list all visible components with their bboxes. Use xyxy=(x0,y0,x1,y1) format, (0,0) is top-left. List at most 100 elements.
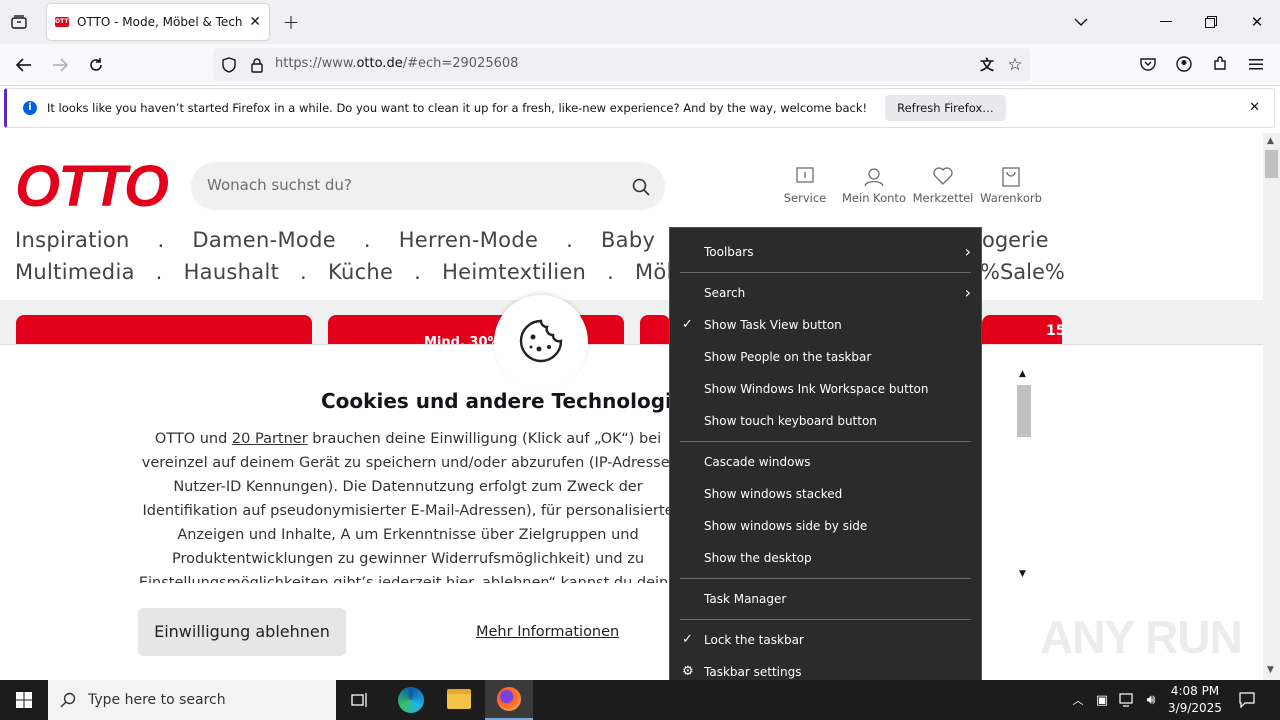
url-bar[interactable]: https://www.otto.de/#ech=29025608 文 ☆ xyxy=(213,48,1030,81)
file-explorer-icon[interactable] xyxy=(447,689,471,709)
header-account[interactable]: Mein Konto xyxy=(840,167,908,205)
back-icon[interactable] xyxy=(12,53,36,77)
tab-otto[interactable]: OTTO OTTO - Mode, Möbel & Technik ✕ xyxy=(47,4,269,40)
menu-separator xyxy=(680,578,971,579)
header-service-label: Service xyxy=(783,191,827,205)
start-windows-icon[interactable] xyxy=(0,680,48,720)
firefox-icon xyxy=(497,687,521,711)
partners-link[interactable]: 20 Partner xyxy=(232,431,308,447)
list-tabs-chevron-icon[interactable] xyxy=(1070,11,1092,33)
category-nav-row1-tail[interactable]: ogerie xyxy=(982,228,1049,252)
category-nav-row1[interactable]: Inspiration . Damen-Mode . Herren-Mode .… xyxy=(15,228,655,252)
menu-item-task-view[interactable]: ✓ Show Task View button xyxy=(670,310,981,340)
shield-icon[interactable] xyxy=(219,55,239,75)
page-scroll-thumb[interactable] xyxy=(1265,150,1278,178)
notifications-icon[interactable] xyxy=(1236,690,1258,710)
extensions-icon[interactable] xyxy=(1210,53,1230,75)
page-scrollbar[interactable]: ▲ ▼ xyxy=(1263,133,1280,680)
clock-time: 4:08 PM xyxy=(1170,684,1220,698)
edge-icon[interactable] xyxy=(398,687,424,713)
restore-icon[interactable] xyxy=(1200,11,1222,33)
account-icon xyxy=(840,167,908,191)
cookie-scrollbar[interactable]: ▲ ▼ xyxy=(1016,367,1032,583)
cookie-badge xyxy=(494,295,588,389)
pocket-icon[interactable] xyxy=(1138,53,1158,75)
submenu-arrow-icon: › xyxy=(964,242,971,261)
tab-strip: OTTO OTTO - Mode, Möbel & Technik ✕ + ✕ xyxy=(0,0,1280,44)
heart-icon xyxy=(911,167,975,191)
scroll-down-icon[interactable]: ▼ xyxy=(1019,569,1026,579)
page-scroll-down-icon[interactable]: ▼ xyxy=(1267,665,1274,675)
cart-icon xyxy=(979,167,1043,191)
category-nav-row2-tail[interactable]: %Sale% xyxy=(980,260,1065,284)
bookmark-star-icon[interactable]: ☆ xyxy=(1005,55,1025,75)
menu-item-search[interactable]: Search › xyxy=(670,278,981,308)
tab-close-icon[interactable]: ✕ xyxy=(249,14,261,30)
refresh-notification-bar: i It looks like you haven’t started Fire… xyxy=(4,88,1275,128)
taskbar-search-icon xyxy=(58,690,78,710)
menu-separator xyxy=(680,441,971,442)
menu-item-task-manager[interactable]: Task Manager xyxy=(670,584,981,614)
menu-item-side-by-side[interactable]: Show windows side by side xyxy=(670,511,981,541)
here-link[interactable]: hier xyxy=(446,575,473,583)
category-nav-row2[interactable]: Multimedia . Haushalt . Küche . Heimtext… xyxy=(15,260,700,284)
network-device-icon[interactable]: ▣ xyxy=(1094,690,1110,710)
promo-text: 15 xyxy=(1046,323,1066,339)
header-cart[interactable]: Warenkorb xyxy=(979,167,1043,205)
header-wishlist-label: Merkzettel xyxy=(912,191,974,205)
clock-date: 3/9/2025 xyxy=(1168,701,1222,715)
lock-icon[interactable] xyxy=(247,55,267,75)
info-icon: i xyxy=(23,101,37,115)
tab-overview-icon[interactable] xyxy=(8,11,30,33)
scroll-thumb[interactable] xyxy=(1017,385,1031,437)
checkmark-icon: ✓ xyxy=(682,632,693,647)
menu-item-people[interactable]: Show People on the taskbar xyxy=(670,342,981,372)
menu-item-stacked[interactable]: Show windows stacked xyxy=(670,479,981,509)
cookie-body: OTTO und 20 Partner brauchen deine Einwi… xyxy=(128,427,688,583)
network-icon[interactable] xyxy=(1118,690,1136,710)
menu-item-ink-workspace[interactable]: Show Windows Ink Workspace button xyxy=(670,374,981,404)
menu-hamburger-icon[interactable] xyxy=(1246,53,1266,75)
task-view-icon[interactable] xyxy=(348,689,372,711)
reload-icon[interactable] xyxy=(84,53,108,77)
menu-item-lock-taskbar[interactable]: ✓ Lock the taskbar xyxy=(670,625,981,655)
tab-title: OTTO - Mode, Möbel & Technik xyxy=(77,15,244,29)
url-text[interactable]: https://www.otto.de/#ech=29025608 xyxy=(275,56,518,71)
otto-favicon: OTTO xyxy=(55,17,74,27)
site-search-input[interactable]: Wonach suchst du? xyxy=(191,162,665,210)
service-icon xyxy=(780,167,830,191)
web-page: OTTO Wonach suchst du? Service Mein Kont… xyxy=(0,133,1263,680)
header-wishlist[interactable]: Merkzettel xyxy=(911,167,975,205)
new-tab-icon[interactable]: + xyxy=(280,10,302,34)
firefox-taskbar-button[interactable] xyxy=(485,680,533,720)
close-window-icon[interactable]: ✕ xyxy=(1246,11,1268,33)
taskbar-search-placeholder: Type here to search xyxy=(88,692,226,708)
more-info-link[interactable]: Mehr Informationen xyxy=(476,624,619,640)
menu-separator xyxy=(680,619,971,620)
menu-item-toolbars[interactable]: Toolbars › xyxy=(670,237,981,267)
menu-item-show-desktop[interactable]: Show the desktop xyxy=(670,543,981,573)
scroll-up-icon[interactable]: ▲ xyxy=(1019,369,1026,379)
taskbar-clock[interactable]: 4:08 PM 3/9/2025 xyxy=(1166,683,1224,717)
notification-message: It looks like you haven’t started Firefo… xyxy=(47,101,868,115)
anyrun-watermark: ANY RUN xyxy=(1040,611,1243,663)
refresh-firefox-button[interactable]: Refresh Firefox… xyxy=(885,95,1006,121)
notification-close-icon[interactable]: ✕ xyxy=(1249,100,1260,115)
submenu-arrow-icon: › xyxy=(964,283,971,302)
volume-icon[interactable]: 🔊︎ xyxy=(1142,690,1160,710)
account-circle-icon[interactable] xyxy=(1174,53,1194,75)
decline-consent-button[interactable]: Einwilligung ablehnen xyxy=(138,608,346,656)
show-hidden-icons-chevron-icon[interactable]: ︿ xyxy=(1070,690,1086,710)
menu-item-touch-keyboard[interactable]: Show touch keyboard button xyxy=(670,406,981,436)
translate-icon[interactable]: 文 xyxy=(977,55,997,75)
otto-logo[interactable]: OTTO xyxy=(15,157,169,217)
forward-icon[interactable] xyxy=(48,53,72,77)
taskbar-search-box[interactable]: Type here to search xyxy=(48,680,336,720)
minimize-icon[interactable] xyxy=(1155,11,1177,33)
site-search-icon[interactable] xyxy=(630,176,652,198)
header-service[interactable]: Service xyxy=(780,167,830,205)
windows-taskbar: Type here to search ︿ ▣ 🔊︎ 4:08 PM 3/9/2… xyxy=(0,680,1280,720)
page-scroll-up-icon[interactable]: ▲ xyxy=(1267,136,1274,146)
header-cart-label: Warenkorb xyxy=(980,191,1042,205)
menu-item-cascade[interactable]: Cascade windows xyxy=(670,447,981,477)
